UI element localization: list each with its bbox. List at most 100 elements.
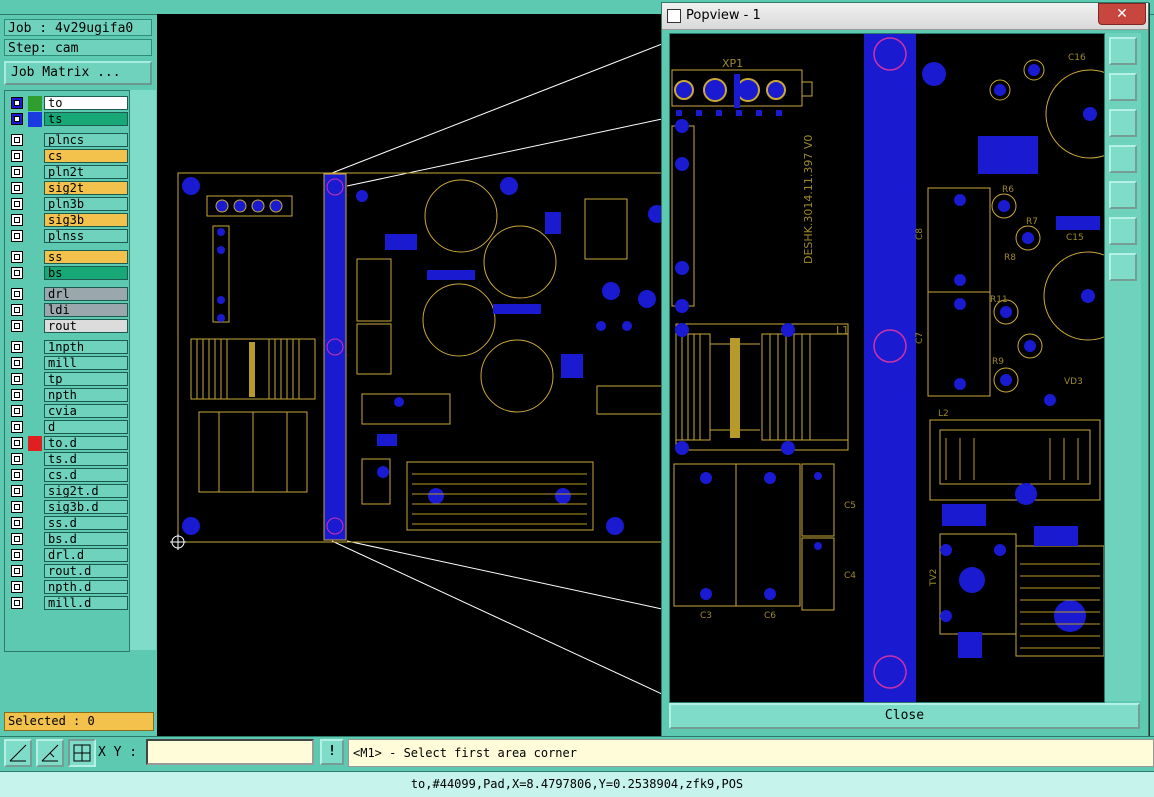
snap-icon[interactable] (36, 739, 64, 767)
layer-checkbox[interactable] (11, 373, 23, 385)
grid-icon[interactable] (68, 739, 96, 767)
layer-name[interactable]: plnss (44, 229, 128, 243)
window-close-button[interactable]: ✕ (1098, 3, 1146, 25)
layer-checkbox[interactable] (11, 230, 23, 242)
layer-name[interactable]: npth.d (44, 580, 128, 594)
layer-name[interactable]: drl.d (44, 548, 128, 562)
layer-checkbox[interactable] (11, 453, 23, 465)
layer-name[interactable]: 1npth (44, 340, 128, 354)
layer-row-d[interactable]: d (9, 420, 129, 435)
layer-checkbox[interactable] (11, 198, 23, 210)
layer-row-cs-d[interactable]: cs.d (9, 468, 129, 483)
layer-name[interactable]: cvia (44, 404, 128, 418)
layer-name[interactable]: tp (44, 372, 128, 386)
layer-row-ts[interactable]: ts (9, 112, 129, 127)
layer-checkbox[interactable] (11, 421, 23, 433)
layer-checkbox[interactable] (11, 485, 23, 497)
layer-name[interactable]: cs (44, 149, 128, 163)
popview-titlebar[interactable]: Popview - 1 ✕ (662, 3, 1148, 30)
layer-name[interactable]: bs (44, 266, 128, 280)
layer-name[interactable]: sig3b.d (44, 500, 128, 514)
layer-row-to[interactable]: to (9, 96, 129, 111)
graphic-canvas[interactable] (157, 14, 662, 736)
zoom-fit-icon[interactable] (1109, 253, 1137, 281)
layer-name[interactable]: sig2t.d (44, 484, 128, 498)
layer-row-ldi[interactable]: ldi (9, 303, 129, 318)
layer-name[interactable]: drl (44, 287, 128, 301)
layer-row-sig3b-d[interactable]: sig3b.d (9, 500, 129, 515)
layer-checkbox[interactable] (11, 97, 23, 109)
layer-name[interactable]: ts.d (44, 452, 128, 466)
layer-name[interactable]: rout.d (44, 564, 128, 578)
layer-name[interactable]: mill (44, 356, 128, 370)
layer-checkbox[interactable] (11, 182, 23, 194)
layer-name[interactable]: sig3b (44, 213, 128, 227)
layer-checkbox[interactable] (11, 304, 23, 316)
layer-row-drl[interactable]: drl (9, 287, 129, 302)
layer-row-rout[interactable]: rout (9, 319, 129, 334)
layer-row-sig2t[interactable]: sig2t (9, 181, 129, 196)
layer-name[interactable]: ss.d (44, 516, 128, 530)
layer-row-to-d[interactable]: to.d (9, 436, 129, 451)
layer-row-rout-d[interactable]: rout.d (9, 564, 129, 579)
job-matrix-button[interactable]: Job Matrix ... (4, 61, 152, 85)
layer-checkbox[interactable] (11, 405, 23, 417)
layer-checkbox[interactable] (11, 549, 23, 561)
xy-input[interactable] (146, 739, 314, 765)
layer-name[interactable]: plncs (44, 133, 128, 147)
layer-name[interactable]: ts (44, 112, 128, 126)
layer-name[interactable]: pln2t (44, 165, 128, 179)
layer-checkbox[interactable] (11, 341, 23, 353)
layer-checkbox[interactable] (11, 501, 23, 513)
layer-name[interactable]: d (44, 420, 128, 434)
layer-row-1npth[interactable]: 1npth (9, 340, 129, 355)
layer-list-scrollbar[interactable] (129, 90, 156, 650)
layer-row-ss[interactable]: ss (9, 250, 129, 265)
pan-left-icon[interactable] (1109, 145, 1137, 173)
layer-row-ss-d[interactable]: ss.d (9, 516, 129, 531)
layer-name[interactable]: ldi (44, 303, 128, 317)
layer-checkbox[interactable] (11, 437, 23, 449)
layer-row-ts-d[interactable]: ts.d (9, 452, 129, 467)
layer-name[interactable]: to.d (44, 436, 128, 450)
layer-row-plnss[interactable]: plnss (9, 229, 129, 244)
pan-up-icon[interactable] (1109, 73, 1137, 101)
layer-checkbox[interactable] (11, 214, 23, 226)
layer-row-bs-d[interactable]: bs.d (9, 532, 129, 547)
layer-checkbox[interactable] (11, 288, 23, 300)
pan-down-icon[interactable] (1109, 109, 1137, 137)
zoom-in-icon[interactable] (1109, 217, 1137, 245)
layer-checkbox[interactable] (11, 565, 23, 577)
layer-row-cs[interactable]: cs (9, 149, 129, 164)
layer-checkbox[interactable] (11, 517, 23, 529)
layer-row-sig2t-d[interactable]: sig2t.d (9, 484, 129, 499)
layer-row-mill[interactable]: mill (9, 356, 129, 371)
layer-row-plncs[interactable]: plncs (9, 133, 129, 148)
layer-checkbox[interactable] (11, 320, 23, 332)
layer-row-pln2t[interactable]: pln2t (9, 165, 129, 180)
layer-checkbox[interactable] (11, 581, 23, 593)
layer-name[interactable]: cs.d (44, 468, 128, 482)
layer-row-pln3b[interactable]: pln3b (9, 197, 129, 212)
layer-row-tp[interactable]: tp (9, 372, 129, 387)
layer-checkbox[interactable] (11, 357, 23, 369)
popview-close-button[interactable]: Close (669, 703, 1140, 729)
layer-row-mill-d[interactable]: mill.d (9, 596, 129, 611)
layer-name[interactable]: mill.d (44, 596, 128, 610)
layer-checkbox[interactable] (11, 251, 23, 263)
pan-right-icon[interactable] (1109, 181, 1137, 209)
layer-checkbox[interactable] (11, 150, 23, 162)
layer-checkbox[interactable] (11, 597, 23, 609)
layer-checkbox[interactable] (11, 267, 23, 279)
layer-checkbox[interactable] (11, 113, 23, 125)
zoom-window-icon[interactable] (1109, 37, 1137, 65)
layer-name[interactable]: sig2t (44, 181, 128, 195)
layer-name[interactable]: bs.d (44, 532, 128, 546)
layer-row-npth-d[interactable]: npth.d (9, 580, 129, 595)
layer-name[interactable]: rout (44, 319, 128, 333)
layer-checkbox[interactable] (11, 389, 23, 401)
layer-name[interactable]: pln3b (44, 197, 128, 211)
layer-checkbox[interactable] (11, 134, 23, 146)
layer-name[interactable]: ss (44, 250, 128, 264)
layer-row-sig3b[interactable]: sig3b (9, 213, 129, 228)
